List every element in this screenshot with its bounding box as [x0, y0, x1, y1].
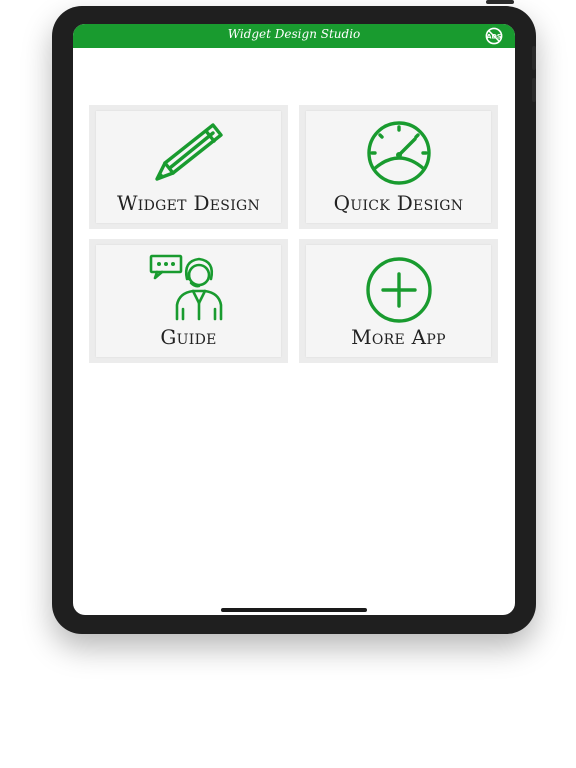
- quick-design-card-inner: Quick Design: [306, 111, 491, 223]
- home-indicator[interactable]: [221, 608, 367, 612]
- app-title: Widget Design Studio: [227, 27, 361, 41]
- guide-label: Guide: [160, 325, 217, 349]
- app-screen: Widget Design Studio ADS: [73, 24, 515, 615]
- power-button: [486, 0, 514, 4]
- widget-design-card-inner: Widget Design: [96, 111, 281, 223]
- quick-design-label: Quick Design: [333, 191, 464, 215]
- widget-design-label: Widget Design: [116, 191, 261, 215]
- more-app-card[interactable]: More App: [299, 239, 498, 363]
- volume-up-button: [532, 46, 536, 70]
- widget-design-card[interactable]: Widget Design: [89, 105, 288, 229]
- volume-down-button: [532, 78, 536, 102]
- no-ads-icon[interactable]: ADS: [485, 27, 503, 45]
- guide-card[interactable]: Guide: [89, 239, 288, 363]
- support-agent-icon: [149, 253, 229, 321]
- quick-design-card[interactable]: Quick Design: [299, 105, 498, 229]
- speedometer-icon: [359, 117, 439, 187]
- plus-circle-icon: [359, 257, 439, 323]
- more-app-card-inner: More App: [306, 245, 491, 357]
- pencil-icon: [149, 117, 229, 187]
- guide-card-inner: Guide: [96, 245, 281, 357]
- top-bar: Widget Design Studio ADS: [73, 24, 515, 48]
- more-app-label: More App: [351, 325, 446, 349]
